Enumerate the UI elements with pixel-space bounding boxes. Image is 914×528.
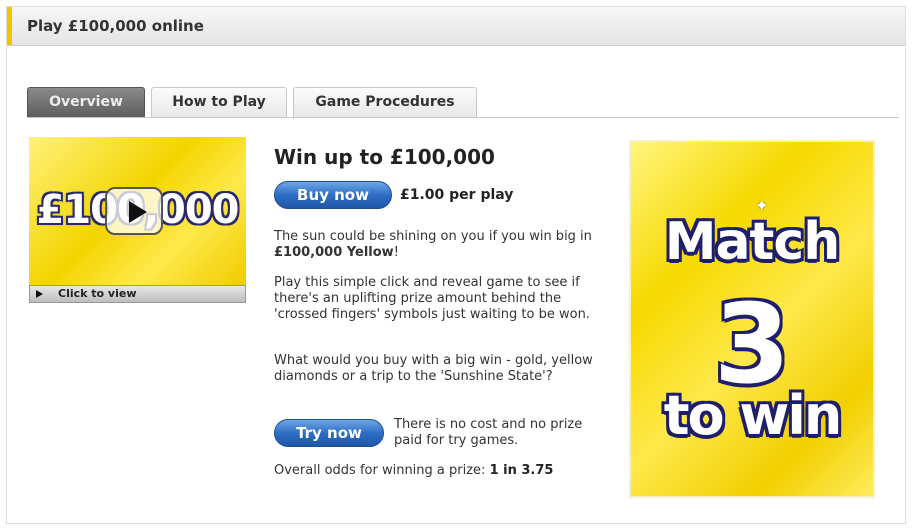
header-accent xyxy=(7,7,12,45)
small-play-icon[interactable] xyxy=(36,290,43,298)
tab-overview[interactable]: Overview xyxy=(27,87,145,117)
question-paragraph: What would you buy with a big win - gold… xyxy=(274,353,593,384)
odds-value: 1 in 3.75 xyxy=(489,463,554,478)
how-it-works-paragraph: Play this simple click and reveal game t… xyxy=(274,275,590,322)
odds-label: Overall odds for winning a prize: xyxy=(274,463,490,478)
play-icon xyxy=(129,201,147,223)
page-title: Play £100,000 online xyxy=(27,17,204,35)
banner-to-win-text: to win xyxy=(663,384,843,447)
try-note: There is no cost and no prize paid for t… xyxy=(394,417,583,448)
odds-text: Overall odds for winning a prize: 1 in 3… xyxy=(274,463,553,478)
try-now-button[interactable]: Try now xyxy=(274,419,384,447)
intro-text: The sun could be shining on you if you w… xyxy=(274,229,592,244)
video-player[interactable]: £100,000 Click to view xyxy=(29,137,246,305)
game-name-bold: £100,000 Yellow xyxy=(274,245,394,260)
video-thumbnail[interactable]: £100,000 xyxy=(29,137,246,285)
price-label: £1.00 per play xyxy=(400,187,514,203)
match-3-banner: ✦ Match 3 to win xyxy=(629,140,875,498)
banner-match-text: Match xyxy=(664,212,841,272)
game-heading: Win up to £100,000 xyxy=(274,145,495,169)
click-to-view-label[interactable]: Click to view xyxy=(58,287,137,300)
play-button[interactable] xyxy=(105,187,163,235)
tab-divider xyxy=(27,117,899,118)
panel-header: Play £100,000 online xyxy=(7,7,905,46)
video-control-bar[interactable]: Click to view xyxy=(29,285,246,303)
intro-paragraph: The sun could be shining on you if you w… xyxy=(274,229,604,261)
tab-how-to-play[interactable]: How to Play xyxy=(151,87,287,117)
intro-text-end: ! xyxy=(393,245,399,260)
buy-now-button[interactable]: Buy now xyxy=(274,181,392,209)
tab-game-procedures[interactable]: Game Procedures xyxy=(293,87,477,117)
